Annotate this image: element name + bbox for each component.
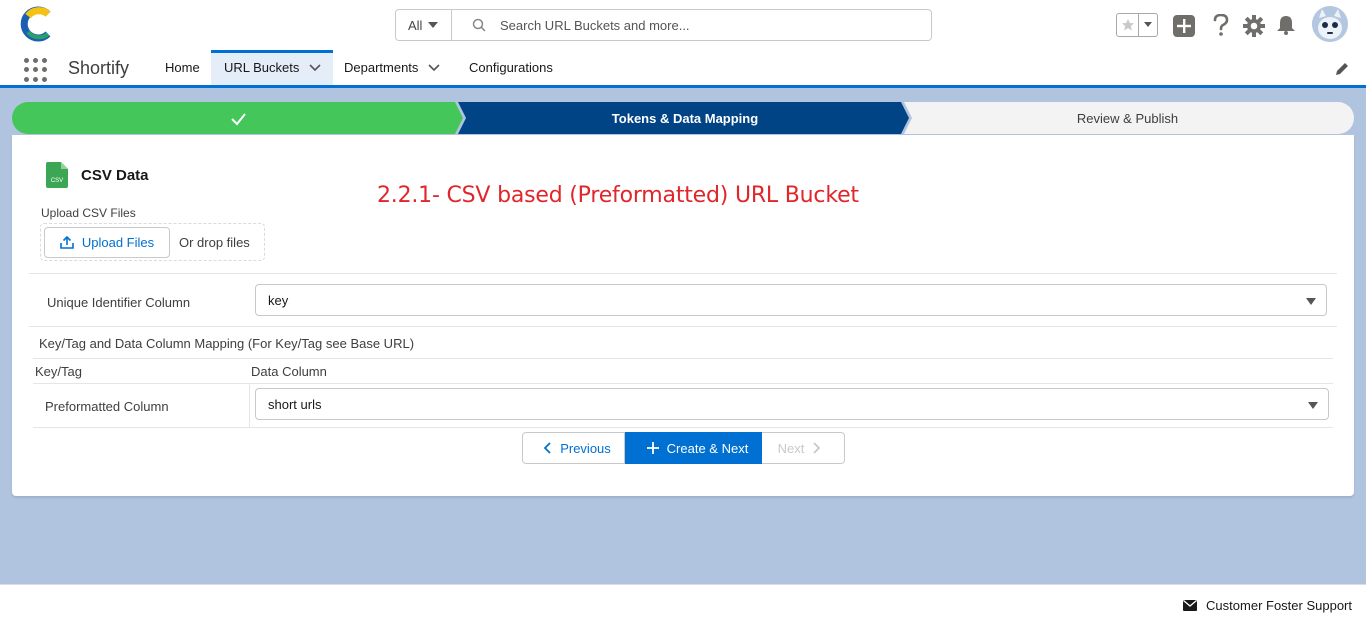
divider — [33, 427, 1333, 428]
plus-icon — [646, 442, 659, 454]
nav-item-home[interactable]: Home — [165, 50, 200, 85]
next-button-label: Next — [777, 440, 805, 456]
nav-item-url-buckets[interactable]: URL Buckets — [211, 50, 333, 85]
csv-file-icon: CSV — [46, 162, 68, 191]
search-input[interactable] — [500, 17, 900, 33]
edit-nav-pencil-icon[interactable] — [1335, 62, 1349, 79]
global-add-icon[interactable] — [1173, 15, 1195, 37]
global-search: All — [395, 9, 932, 41]
csv-icon-label: CSV — [51, 178, 63, 184]
utility-bar: Customer Foster Support — [0, 584, 1366, 625]
divider — [29, 326, 1337, 327]
global-header: All — [0, 0, 1366, 50]
app-logo-icon[interactable] — [20, 6, 56, 42]
card-title: CSV Data — [81, 167, 149, 184]
help-icon[interactable] — [1212, 14, 1230, 36]
upload-label: Upload CSV Files — [41, 206, 136, 220]
file-dropzone[interactable]: Upload Files Or drop files — [40, 223, 265, 261]
nav-item-label: URL Buckets — [224, 60, 300, 75]
divider — [33, 358, 1333, 359]
app-launcher-icon[interactable] — [24, 58, 48, 82]
csv-data-card: CSV CSV Data 2.2.1- CSV based (Preformat… — [12, 135, 1354, 496]
chevron-right-icon — [813, 442, 821, 454]
upload-files-button[interactable]: Upload Files — [44, 227, 170, 258]
user-avatar[interactable] — [1312, 6, 1348, 42]
column-header-data-column: Data Column — [251, 364, 327, 379]
annotation-text: 2.2.1- CSV based (Preformatted) URL Buck… — [377, 183, 859, 208]
app-name: Shortify — [68, 58, 130, 78]
progress-path: Tokens & Data Mapping Review & Publish — [12, 102, 1354, 134]
chevron-down-icon[interactable] — [428, 63, 440, 72]
drop-files-text: Or drop files — [179, 235, 250, 250]
divider — [29, 273, 1337, 274]
preformatted-column-value: short urls — [268, 396, 322, 412]
upload-icon — [60, 236, 74, 249]
nav-item-label: Home — [165, 60, 200, 75]
nav-item-configurations[interactable]: Configurations — [469, 50, 553, 85]
caret-down-icon — [428, 22, 439, 28]
unique-identifier-select[interactable]: key — [255, 284, 1327, 316]
search-scope-label: All — [408, 17, 423, 33]
chevron-left-icon — [544, 442, 551, 454]
create-and-next-button[interactable]: Create & Next — [625, 432, 762, 464]
column-header-key-tag: Key/Tag — [35, 364, 82, 379]
favorites-dropdown-icon[interactable] — [1139, 14, 1157, 36]
dropdown-arrow-icon — [1306, 298, 1316, 305]
nav-item-label: Departments — [344, 60, 419, 75]
previous-button-label: Previous — [560, 440, 611, 456]
mapping-heading: Key/Tag and Data Column Mapping (For Key… — [39, 336, 415, 351]
chevron-down-icon[interactable] — [309, 63, 321, 72]
divider — [33, 383, 1333, 384]
path-step-current-label[interactable]: Tokens & Data Mapping — [463, 102, 907, 134]
preformatted-column-select[interactable]: short urls — [255, 388, 1329, 420]
nav-item-label: Configurations — [469, 60, 553, 75]
dropdown-arrow-icon — [1308, 402, 1318, 409]
customer-support-label: Customer Foster Support — [1206, 598, 1352, 613]
path-step-complete — [12, 102, 463, 134]
unique-identifier-value: key — [268, 292, 289, 308]
search-icon — [472, 18, 486, 32]
previous-button[interactable]: Previous — [522, 432, 625, 464]
unique-identifier-label: Unique Identifier Column — [47, 295, 191, 310]
path-step-review-label[interactable]: Review & Publish — [909, 102, 1346, 134]
create-and-next-label: Create & Next — [666, 440, 749, 456]
favorites-group — [1116, 13, 1158, 37]
favorite-star-icon[interactable] — [1117, 14, 1139, 36]
app-navigation: Shortify Home URL Buckets Departments Co… — [0, 50, 1366, 88]
notifications-bell-icon[interactable] — [1276, 15, 1296, 35]
setup-gear-icon[interactable] — [1243, 15, 1265, 37]
search-scope-select[interactable]: All — [396, 10, 452, 40]
upload-button-label: Upload Files — [81, 235, 155, 250]
customer-support-item[interactable]: Customer Foster Support — [1183, 598, 1352, 613]
next-button[interactable]: Next — [762, 432, 845, 464]
wizard-button-group: Previous Create & Next Next — [522, 432, 845, 464]
email-icon — [1183, 600, 1198, 611]
row-key-label: Preformatted Column — [45, 399, 169, 414]
nav-item-departments[interactable]: Departments — [344, 50, 440, 85]
column-divider — [249, 384, 250, 427]
